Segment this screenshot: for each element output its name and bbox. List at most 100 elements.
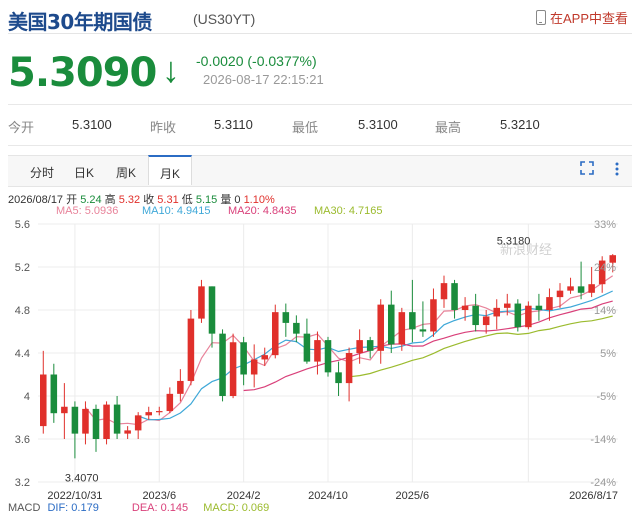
macd-dea: DEA: 0.145: [131, 502, 189, 514]
stat-low-value: 5.3100: [358, 117, 398, 132]
x-tick-label: 2023/6: [142, 490, 176, 502]
candle-body: [556, 290, 564, 298]
x-tick-label: 2026/8/17: [569, 490, 618, 502]
candle-body: [303, 333, 311, 362]
down-arrow-icon: ↓: [162, 49, 180, 90]
candle-body: [187, 318, 195, 381]
candle-body: [156, 411, 163, 413]
candle-body: [356, 340, 363, 353]
candle-body: [261, 355, 268, 360]
fullscreen-icon[interactable]: [580, 161, 594, 178]
stat-open-label: 今开: [8, 120, 35, 135]
tab-intraday[interactable]: 分时: [30, 164, 54, 181]
open-in-app-label: 在APP中查看: [549, 11, 628, 26]
ma20-readout: MA20: 4.8435: [228, 205, 297, 217]
pct-tick-label: -14%: [590, 434, 616, 446]
high-annotation: 5.3180: [497, 235, 531, 247]
candle-body: [546, 297, 553, 310]
ma5-readout: MA5: 5.0936: [56, 205, 119, 217]
ma10-readout: MA10: 4.9415: [142, 205, 211, 217]
pct-tick-label: -24%: [590, 477, 616, 489]
monthly-k-chart[interactable]: 新浪财经 5.6 33%5.2 24%4.8 14%4.4 5%4 -5%3.6 -14%3…: [0, 218, 640, 502]
y-tick-label: 4: [24, 391, 30, 403]
macd-label: MACD: [8, 502, 41, 514]
macd-dif: DIF: 0.179: [47, 502, 99, 514]
instrument-title: 美国30年期国债: [8, 10, 152, 34]
macd-value: MACD: 0.069: [203, 502, 270, 514]
tab-monthly-k[interactable]: 月K: [148, 155, 192, 185]
ma20-line: [243, 300, 613, 392]
x-tick-label: 2024/10: [308, 490, 348, 502]
stat-prev-close-label: 昨收: [150, 120, 177, 135]
instrument-code: (US30YT): [193, 11, 256, 27]
candle-body: [482, 316, 490, 326]
ohlc-high: 5.32: [118, 194, 141, 206]
candle-body: [40, 374, 47, 427]
candle-body: [145, 412, 152, 416]
x-tick-label: 2024/2: [227, 490, 261, 502]
candle-body: [82, 408, 89, 434]
y-tick-label: 3.2: [15, 477, 30, 489]
y-tick-label: 5.6: [15, 219, 30, 231]
price-change: -0.0020 (-0.0377%): [196, 53, 317, 69]
candle-body: [272, 312, 279, 356]
candle-body: [430, 299, 437, 332]
ohlc-date: 2026/08/17: [8, 194, 64, 206]
candle-body: [577, 286, 585, 293]
tab-weekly-k[interactable]: 周K: [116, 164, 136, 181]
quote-stats-row: 今开 5.3100 昨收 5.3110 最低 5.3100 最高 5.3210: [8, 104, 632, 146]
candle-body: [208, 286, 216, 334]
candle-body: [50, 374, 58, 414]
candle-body: [314, 340, 321, 362]
candle-body: [61, 406, 68, 414]
candle-body: [335, 372, 342, 384]
current-price: 5.3090: [8, 50, 157, 96]
candle-body: [567, 286, 574, 291]
candle-body: [166, 393, 174, 412]
more-icon[interactable]: [614, 161, 620, 180]
candle-body: [293, 322, 300, 334]
candle-body: [198, 286, 205, 319]
candle-body: [134, 415, 142, 431]
phone-icon: [535, 10, 546, 25]
candle-body: [219, 333, 226, 396]
header-divider: [8, 33, 632, 34]
candle-body: [250, 359, 258, 375]
candle-body: [324, 340, 332, 373]
x-tick-label: 2025/6: [396, 490, 430, 502]
candle-body: [535, 305, 543, 310]
open-in-app-link[interactable]: 在APP中查看: [535, 8, 628, 27]
low-annotation: 3.4070: [65, 473, 99, 485]
candle-body: [504, 303, 511, 308]
candle-body: [345, 353, 353, 384]
y-tick-label: 5.2: [15, 262, 30, 274]
candle-body: [525, 305, 532, 328]
candle-body: [177, 380, 184, 394]
candle-body: [92, 408, 100, 439]
candle-body: [388, 304, 395, 345]
candle-body: [451, 283, 458, 310]
candle-body: [229, 342, 237, 396]
candle-body: [366, 340, 374, 351]
stat-high-value: 5.3210: [500, 117, 540, 132]
candle-body: [472, 305, 479, 326]
candle-body: [124, 430, 131, 434]
candle-body: [71, 406, 79, 434]
tab-daily-k[interactable]: 日K: [74, 164, 94, 181]
stat-prev-close-value: 5.3110: [214, 117, 253, 132]
candle-body: [103, 404, 110, 439]
pct-tick-label: -5%: [596, 391, 616, 403]
candle-body: [419, 329, 427, 332]
stat-low-label: 最低: [292, 120, 319, 135]
ma30-readout: MA30: 4.7165: [314, 205, 383, 217]
candle-body: [113, 404, 121, 434]
stat-high-label: 最高: [435, 120, 462, 135]
candle-body: [440, 283, 448, 300]
y-tick-label: 3.6: [15, 434, 30, 446]
candle-body: [588, 284, 595, 293]
candle-body: [398, 312, 406, 345]
x-tick-label: 2022/10/31: [47, 490, 102, 502]
candle-body: [493, 307, 500, 317]
candle-body: [409, 312, 416, 330]
candle-body: [377, 304, 384, 351]
